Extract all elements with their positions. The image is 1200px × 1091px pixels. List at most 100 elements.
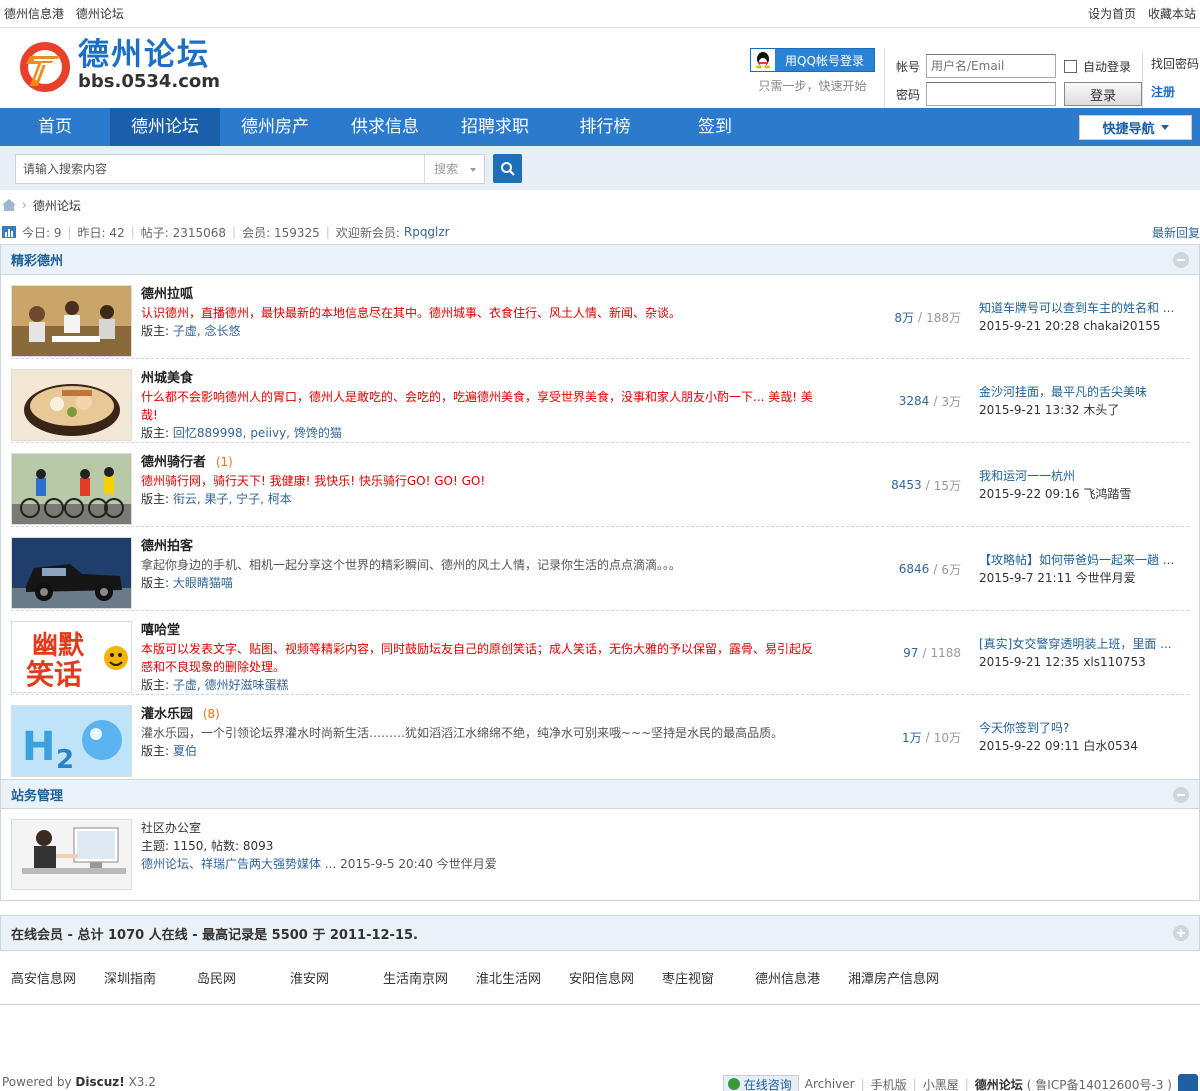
expand-icon[interactable]: [1173, 925, 1189, 941]
site-logo[interactable]: 德州论坛 bbs.0534.com: [16, 36, 220, 94]
search-type-select[interactable]: 搜索: [424, 155, 484, 183]
forum-row-office: 社区办公室 主题: 1150, 帖数: 8093 德州论坛、祥瑞广告两大强势媒体…: [1, 809, 1199, 901]
forum-name[interactable]: 德州拉呱: [141, 287, 193, 302]
forum-name[interactable]: 嘻哈堂: [141, 623, 180, 638]
forum-thumbnail[interactable]: [11, 537, 132, 609]
auto-login-checkbox[interactable]: 自动登录: [1064, 58, 1131, 75]
blackroom-link[interactable]: 小黑屋: [923, 1076, 959, 1091]
forum-thumbnail[interactable]: [11, 369, 132, 441]
forum-thread-count: 6846: [898, 562, 930, 576]
category-title[interactable]: 精彩德州: [11, 250, 63, 269]
nav-item-ranking[interactable]: 排行榜: [550, 108, 660, 146]
friend-link[interactable]: 淮安网: [290, 968, 383, 987]
online-members-text[interactable]: 在线会员 - 总计 1070 人在线 - 最高记录是 5500 于 2011-1…: [11, 924, 418, 943]
forum-moderators: 版主: 衔云, 果子, 宁子, 柯本: [141, 490, 821, 508]
last-post-title[interactable]: 金沙河挂面，最平凡的舌尖美味: [979, 383, 1189, 401]
site-name-link[interactable]: 德州论坛: [975, 1076, 1023, 1091]
friend-link[interactable]: 生活南京网: [383, 968, 476, 987]
forum-thumbnail[interactable]: [11, 285, 132, 357]
friend-link[interactable]: 深圳指南: [104, 968, 197, 987]
forum-name[interactable]: 德州骑行者: [141, 455, 206, 470]
nav-item-forum[interactable]: 德州论坛: [110, 108, 220, 146]
moderator-links[interactable]: 子虚, 德州好滋味蛋糕: [173, 678, 289, 692]
last-post-title[interactable]: 我和运河一一杭州: [979, 467, 1189, 485]
moderator-links[interactable]: 大眼睛猫喵: [173, 576, 233, 590]
last-post-title[interactable]: 今天你签到了吗?: [979, 719, 1189, 737]
collapse-icon[interactable]: [1173, 787, 1189, 803]
forum-topic-stats: 主题: 1150, 帖数: 8093: [141, 839, 274, 853]
latest-replies-link[interactable]: 最新回复: [1152, 224, 1200, 241]
home-icon[interactable]: [2, 199, 16, 211]
friend-link[interactable]: 淮北生活网: [476, 968, 569, 987]
last-post-title[interactable]: 【攻略帖】如何带爸妈一起来一趟 ...: [979, 551, 1189, 569]
nav-item-signin[interactable]: 签到: [660, 108, 770, 146]
logo-mark-icon: [16, 36, 74, 94]
top-link-infoport[interactable]: 德州信息港: [4, 7, 64, 21]
newest-member-link[interactable]: Rpqglzr: [404, 225, 450, 239]
friend-link[interactable]: 湘潭房产信息网: [848, 968, 958, 987]
collapse-icon[interactable]: [1173, 252, 1189, 268]
register-link[interactable]: 注册: [1151, 80, 1200, 108]
icp-link[interactable]: ( 鲁ICP备14012600号-3 ): [1027, 1076, 1172, 1091]
discuz-link[interactable]: Discuz!: [75, 1075, 124, 1089]
breadcrumb-current[interactable]: 德州论坛: [33, 197, 81, 214]
nav-item-house[interactable]: 德州房产: [220, 108, 330, 146]
category-title-admin[interactable]: 站务管理: [11, 785, 63, 804]
forgot-password-link[interactable]: 找回密码: [1151, 52, 1200, 80]
friend-link[interactable]: 德州信息港: [755, 968, 848, 987]
last-post-meta: 2015-9-22 09:11 白水0534: [979, 739, 1138, 753]
moderator-links[interactable]: 回忆889998, peiivy, 馋馋的猫: [173, 426, 342, 440]
top-link-forum[interactable]: 德州论坛: [76, 7, 124, 21]
password-input[interactable]: [926, 82, 1056, 106]
chat-icon: [727, 1078, 740, 1090]
qq-login-label: 用QQ帐号登录: [785, 53, 864, 68]
last-post-title[interactable]: 知道车牌号可以查到车主的姓名和 ...: [979, 299, 1189, 317]
forum-thumbnail[interactable]: H2: [11, 705, 132, 777]
archiver-link[interactable]: Archiver: [805, 1077, 855, 1091]
set-homepage-link[interactable]: 设为首页: [1088, 7, 1136, 21]
mobile-link[interactable]: 手机版: [871, 1076, 907, 1091]
forum-name[interactable]: 州城美食: [141, 371, 193, 386]
moderator-links[interactable]: 夏伯: [173, 744, 197, 758]
qq-penguin-icon: [751, 49, 775, 71]
moderator-links[interactable]: 衔云, 果子, 宁子, 柯本: [173, 492, 292, 506]
forum-name[interactable]: 社区办公室: [141, 819, 497, 837]
login-button[interactable]: 登录: [1064, 82, 1142, 106]
moderator-links[interactable]: 子虚, 念长悠: [173, 324, 241, 338]
friend-link[interactable]: 安阳信息网: [569, 968, 662, 987]
forum-stats: 今日: 9 | 昨日: 42 | 帖子: 2315068 | 会员: 15932…: [0, 220, 1200, 244]
friend-link[interactable]: 枣庄视窗: [662, 968, 755, 987]
nav-item-home[interactable]: 首页: [0, 108, 110, 146]
security-badge-icon[interactable]: [1178, 1074, 1198, 1091]
forum-name[interactable]: 灌水乐园: [141, 707, 193, 722]
forum-new-count: (1): [215, 455, 233, 469]
account-input[interactable]: [926, 54, 1056, 78]
quick-nav-button[interactable]: 快捷导航: [1079, 115, 1192, 140]
online-chat-button[interactable]: 在线咨询: [722, 1074, 799, 1091]
forum-description: 灌水乐园，一个引领论坛界灌水时尚新生活………犹如滔滔江水绵绵不绝，纯净水可别来哦…: [141, 726, 784, 740]
forum-last-post: 金沙河挂面，最平凡的舌尖美味 2015-9-21 13:32 木头了: [979, 359, 1189, 443]
search-button[interactable]: [493, 154, 522, 183]
forum-last-post-link[interactable]: 德州论坛、祥瑞广告两大强势媒体 ...: [141, 857, 336, 871]
nav-item-jobs[interactable]: 招聘求职: [440, 108, 550, 146]
last-post-title[interactable]: [真实]女交警穿透明装上班，里面 ...: [979, 635, 1189, 653]
forum-thumbnail-office[interactable]: [11, 819, 132, 890]
forum-thumbnail[interactable]: 幽默 笑话: [11, 621, 132, 693]
bookmark-link[interactable]: 收藏本站: [1148, 7, 1196, 21]
forum-row: 幽默 笑话 嘻哈堂 本版可以发表文字、贴图、视频等精彩内容，同时鼓励坛友自己的原创…: [11, 611, 1189, 695]
checkbox-box[interactable]: [1064, 59, 1077, 73]
forum-thumbnail[interactable]: [11, 453, 132, 525]
nav-item-supply[interactable]: 供求信息: [330, 108, 440, 146]
qq-login-button[interactable]: 用QQ帐号登录: [750, 48, 875, 72]
forum-name[interactable]: 德州拍客: [141, 539, 193, 554]
forum-info: 德州拉呱 认识德州，直播德州，最快最新的本地信息尽在其中。德州城事、衣食住行、风…: [141, 285, 821, 340]
friend-link[interactable]: 高安信息网: [11, 968, 104, 987]
forum-thread-count: 1万: [902, 730, 922, 745]
footer: Powered by Discuz! X3.2 在线咨询 Archiver | …: [0, 1072, 1200, 1091]
breadcrumb-separator: ›: [22, 198, 27, 212]
forum-moderators: 版主: 回忆889998, peiivy, 馋馋的猫: [141, 424, 821, 442]
powered-by: Powered by: [2, 1074, 72, 1089]
forum-info-office: 社区办公室 主题: 1150, 帖数: 8093 德州论坛、祥瑞广告两大强势媒体…: [141, 819, 497, 873]
friend-link[interactable]: 岛民网: [197, 968, 290, 987]
search-input[interactable]: 请输入搜索内容: [16, 155, 424, 183]
